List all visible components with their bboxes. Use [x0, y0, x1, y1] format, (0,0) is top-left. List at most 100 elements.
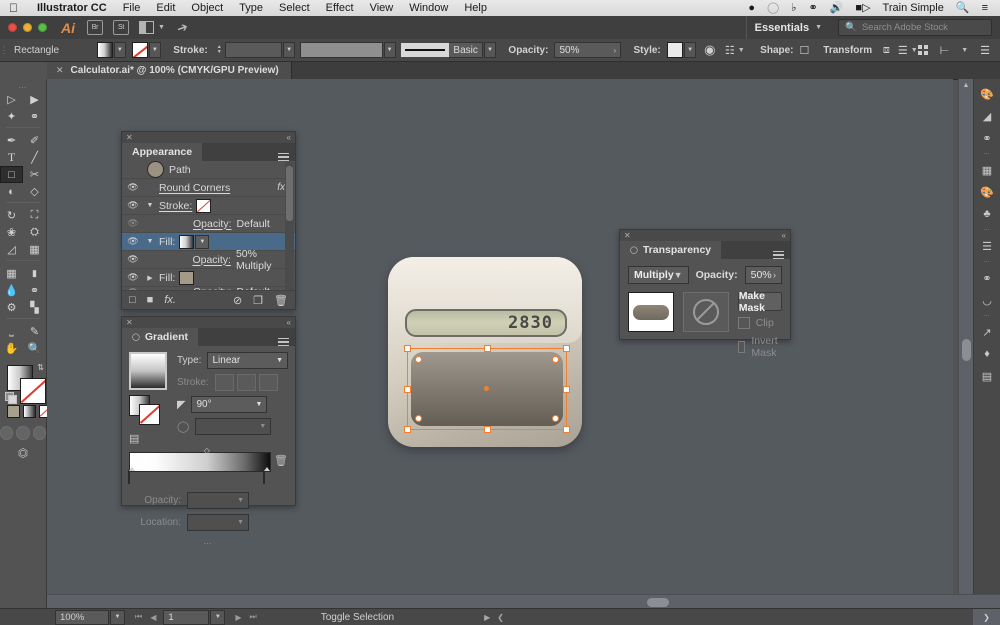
selection-handle-bc[interactable]	[484, 426, 491, 433]
zoom-level-caret-icon[interactable]: ▼	[110, 609, 125, 625]
collapse-icon[interactable]: «	[287, 133, 291, 142]
appearance-row-stroke-opacity[interactable]: 👁 Opacity: Default	[122, 215, 295, 233]
stroke-weight-caret-icon[interactable]: ▼	[283, 42, 296, 58]
column-graph-tool[interactable]: ▚	[23, 299, 46, 316]
gradient-angle-input[interactable]: 90° ▼	[191, 395, 268, 413]
zoom-tool[interactable]: 🔍	[23, 340, 46, 357]
draw-normal-button[interactable]	[0, 426, 14, 440]
timemachine-icon[interactable]: ●	[742, 2, 761, 14]
bluetooth-icon[interactable]: ♭	[785, 2, 802, 14]
width-tool[interactable]: ❀	[0, 224, 23, 241]
artboard-number-input[interactable]: 1	[163, 609, 210, 625]
selection-handle-br[interactable]	[563, 426, 570, 433]
eyedropper-tool[interactable]: 💧	[0, 282, 23, 299]
align-icon[interactable]: ⧈	[883, 44, 890, 57]
panel-menu-icon[interactable]	[272, 152, 295, 161]
dropbox-icon[interactable]: ⚭	[803, 2, 824, 14]
collapse-icon[interactable]: «	[782, 231, 786, 240]
clear-appearance-icon[interactable]: ⊘	[233, 294, 242, 307]
panel-menu-icon[interactable]	[272, 337, 295, 346]
appearance-row-fill2[interactable]: 👁 ▶ Fill:	[122, 269, 295, 287]
chevron-down-icon[interactable]: ▼	[195, 234, 210, 249]
stroke-panel-icon[interactable]: ☰	[976, 235, 999, 257]
align-panel-icon[interactable]: ⊢	[940, 44, 950, 57]
selection-handle-tr[interactable]	[563, 345, 570, 352]
tab-appearance[interactable]: Appearance	[122, 143, 203, 161]
path-anchor-bl[interactable]	[415, 415, 422, 422]
menu-item-edit[interactable]: Edit	[148, 2, 183, 14]
go-to-icon[interactable]: ➔	[175, 18, 191, 37]
links-panel-icon[interactable]: ▤	[976, 365, 999, 387]
selection-handle-mr[interactable]	[563, 386, 570, 393]
fill-color-swatch[interactable]	[96, 42, 113, 58]
transform-label[interactable]: Transform	[817, 45, 878, 56]
add-new-effect-icon[interactable]: fx.	[164, 294, 176, 306]
hand-tool[interactable]: ✋	[0, 340, 23, 357]
style-caret-icon[interactable]: ▼	[683, 42, 697, 58]
gradient-location-input[interactable]: ▼	[187, 513, 249, 531]
rotate-tool[interactable]: ↻	[0, 207, 23, 224]
tab-gradient[interactable]: ◯ Gradient	[122, 328, 199, 346]
close-window-button[interactable]	[8, 23, 17, 32]
menu-item-file[interactable]: File	[115, 2, 149, 14]
arrange-documents-button[interactable]: ▼	[139, 21, 165, 34]
stroke-dropdown-caret-icon[interactable]: ▼	[148, 42, 161, 58]
color-guide-icon[interactable]: ◢	[976, 105, 999, 127]
clip-checkbox[interactable]	[737, 317, 750, 329]
layers-panel-icon[interactable]: ♦	[976, 343, 999, 365]
make-mask-button[interactable]: Make Mask	[737, 290, 782, 314]
last-artboard-icon[interactable]: ⏭	[246, 612, 261, 622]
stock-button[interactable]: St	[113, 20, 129, 35]
panel-menu-icon[interactable]: ☰	[980, 44, 990, 57]
direct-selection-tool[interactable]: ▶	[23, 91, 46, 108]
appearance-row-fill-opacity[interactable]: 👁 Opacity: 50% Multiply	[122, 248, 295, 272]
graphic-styles-icon[interactable]: ♣	[976, 203, 999, 225]
maximize-window-button[interactable]	[38, 23, 47, 32]
draw-behind-button[interactable]	[16, 426, 30, 440]
menu-item-window[interactable]: Window	[401, 2, 456, 14]
panel-menu-icon[interactable]	[767, 250, 790, 259]
eraser-tool[interactable]: ◇	[23, 183, 46, 200]
paintbrush-tool[interactable]: ✂	[23, 166, 46, 183]
calculator-lcd-display[interactable]: 2830	[405, 309, 567, 337]
canvas-vertical-scrollbar[interactable]: ▲ ▼	[958, 79, 973, 609]
mask-thumbnail[interactable]	[682, 292, 729, 332]
appearance-row-path[interactable]: Path	[122, 161, 295, 179]
artboard-number-caret-icon[interactable]: ▼	[210, 609, 226, 625]
menu-item-select[interactable]: Select	[271, 2, 318, 14]
document-tab[interactable]: ✕ Calculator.ai* @ 100% (CMYK/GPU Previe…	[47, 62, 292, 79]
export-panel-icon[interactable]: ↗	[976, 321, 999, 343]
select-similar-caret-icon[interactable]: ▼	[738, 47, 745, 54]
free-transform-tool[interactable]: ⛭	[23, 224, 46, 241]
gradient-mode-button[interactable]	[23, 405, 36, 418]
default-fill-stroke-icon[interactable]	[5, 392, 17, 404]
first-artboard-icon[interactable]: ⏮	[131, 612, 146, 622]
selection-handle-ml[interactable]	[404, 386, 411, 393]
bridge-button[interactable]: Br	[87, 20, 103, 35]
gradient-ramp[interactable]	[129, 452, 271, 472]
stroke-color-swatch[interactable]	[131, 42, 148, 58]
lasso-tool[interactable]: ⚭	[23, 108, 46, 125]
color-mode-button[interactable]	[7, 405, 20, 418]
clock-icon[interactable]: ◯	[761, 2, 785, 14]
select-similar-icon[interactable]: ☷	[725, 44, 735, 57]
horizontal-scrollbar-thumb[interactable]	[647, 598, 669, 607]
swap-fill-stroke-icon[interactable]: ⇅	[37, 363, 44, 372]
selection-handle-bl[interactable]	[404, 426, 411, 433]
zoom-level-input[interactable]: 100%	[55, 609, 109, 625]
curvature-tool[interactable]: ✐	[23, 132, 46, 149]
blend-tool[interactable]: ⚭	[23, 282, 46, 299]
visibility-eye-icon[interactable]: 👁	[122, 218, 144, 229]
gradient-stop-end[interactable]	[263, 467, 271, 484]
recolor-artwork-icon[interactable]: ◉	[704, 42, 715, 58]
collapse-icon[interactable]: «	[287, 318, 291, 327]
panel-resize-grip[interactable]: ⋯	[122, 539, 295, 548]
chevron-right-icon[interactable]: ▶	[144, 274, 156, 282]
stroke-swatch[interactable]	[196, 198, 212, 213]
canvas-horizontal-scrollbar[interactable]	[47, 594, 1000, 609]
change-screen-mode-icon[interactable]: ⏣	[0, 446, 46, 460]
slice-tool[interactable]: ✎	[23, 323, 46, 340]
stroke-within-button[interactable]	[214, 373, 234, 391]
artboards-panel-icon[interactable]: ◡	[976, 289, 999, 311]
chevron-left-icon[interactable]: ❮	[497, 613, 504, 622]
